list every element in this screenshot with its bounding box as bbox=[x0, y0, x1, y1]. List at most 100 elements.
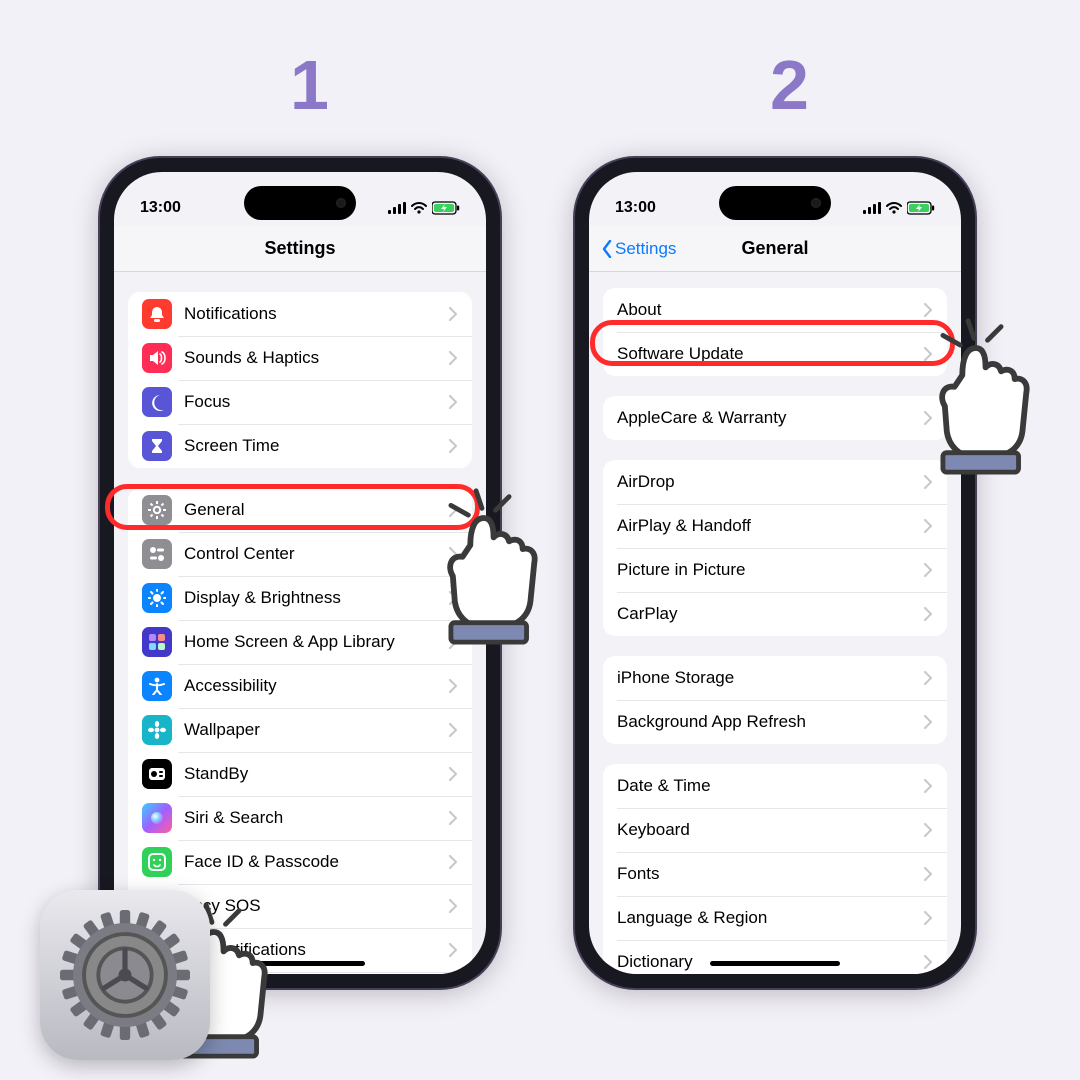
battery-icon bbox=[907, 201, 935, 215]
row-faceid[interactable]: Face ID & Passcode bbox=[128, 840, 472, 884]
wifi-icon bbox=[886, 202, 902, 214]
row-label: Language & Region bbox=[617, 908, 923, 928]
row-siri[interactable]: Siri & Search bbox=[128, 796, 472, 840]
row-label: StandBy bbox=[184, 764, 448, 784]
chevron-right-icon bbox=[923, 911, 933, 925]
home-indicator bbox=[235, 961, 365, 966]
row-airplay[interactable]: AirPlay & Handoff bbox=[603, 504, 947, 548]
chevron-right-icon bbox=[448, 723, 458, 737]
hourglass-icon bbox=[142, 431, 172, 461]
back-label: Settings bbox=[615, 239, 676, 259]
general-group-a: About Software Update bbox=[603, 288, 947, 376]
row-label: CarPlay bbox=[617, 604, 923, 624]
row-label: AirPlay & Handoff bbox=[617, 516, 923, 536]
row-about[interactable]: About bbox=[603, 288, 947, 332]
flower-icon bbox=[142, 715, 172, 745]
chevron-right-icon bbox=[923, 867, 933, 881]
row-label: Accessibility bbox=[184, 676, 448, 696]
row-label: ency SOS bbox=[184, 896, 448, 916]
general-group-c: AirDrop AirPlay & Handoff Picture in Pic… bbox=[603, 460, 947, 636]
general-group-b: AppleCare & Warranty bbox=[603, 396, 947, 440]
gear-icon bbox=[142, 495, 172, 525]
cellular-icon bbox=[863, 202, 881, 214]
siri-icon bbox=[142, 803, 172, 833]
step-number-1: 1 bbox=[290, 45, 329, 125]
row-label: Notifications bbox=[184, 304, 448, 324]
chevron-right-icon bbox=[923, 303, 933, 317]
row-fonts[interactable]: Fonts bbox=[603, 852, 947, 896]
back-button[interactable]: Settings bbox=[601, 226, 676, 271]
row-label: Background App Refresh bbox=[617, 712, 923, 732]
chevron-right-icon bbox=[448, 439, 458, 453]
wifi-icon bbox=[411, 202, 427, 214]
row-label: About bbox=[617, 300, 923, 320]
nav-title: General bbox=[741, 238, 808, 259]
row-airdrop[interactable]: AirDrop bbox=[603, 460, 947, 504]
chevron-right-icon bbox=[448, 307, 458, 321]
general-group-e: Date & Time Keyboard Fonts Language & Re… bbox=[603, 764, 947, 974]
row-date-time[interactable]: Date & Time bbox=[603, 764, 947, 808]
dynamic-island bbox=[719, 186, 831, 220]
step-number-2: 2 bbox=[770, 45, 809, 125]
settings-app-icon[interactable] bbox=[40, 890, 210, 1060]
phone-frame-2: 13:00 Settings General About Software Up… bbox=[575, 158, 975, 988]
row-label: AppleCare & Warranty bbox=[617, 408, 923, 428]
row-general[interactable]: General bbox=[128, 488, 472, 532]
row-notifications[interactable]: Notifications bbox=[128, 292, 472, 336]
row-accessibility[interactable]: Accessibility bbox=[128, 664, 472, 708]
row-language[interactable]: Language & Region bbox=[603, 896, 947, 940]
chevron-right-icon bbox=[923, 519, 933, 533]
row-carplay[interactable]: CarPlay bbox=[603, 592, 947, 636]
nav-bar: Settings bbox=[114, 226, 486, 272]
chevron-right-icon bbox=[923, 475, 933, 489]
chevron-right-icon bbox=[448, 503, 458, 517]
row-standby[interactable]: StandBy bbox=[128, 752, 472, 796]
gear-icon bbox=[60, 910, 190, 1040]
chevron-right-icon bbox=[923, 823, 933, 837]
row-sounds[interactable]: Sounds & Haptics bbox=[128, 336, 472, 380]
chevron-right-icon bbox=[923, 671, 933, 685]
chevron-right-icon bbox=[923, 563, 933, 577]
row-focus[interactable]: Focus bbox=[128, 380, 472, 424]
chevron-left-icon bbox=[601, 240, 613, 258]
chevron-right-icon bbox=[923, 955, 933, 969]
row-dictionary[interactable]: Dictionary bbox=[603, 940, 947, 974]
chevron-right-icon bbox=[448, 767, 458, 781]
status-time: 13:00 bbox=[615, 199, 656, 217]
row-storage[interactable]: iPhone Storage bbox=[603, 656, 947, 700]
bell-icon bbox=[142, 299, 172, 329]
row-software-update[interactable]: Software Update bbox=[603, 332, 947, 376]
row-screentime[interactable]: Screen Time bbox=[128, 424, 472, 468]
phone-frame-1: 13:00 Settings Notifications Sounds & Ha… bbox=[100, 158, 500, 988]
chevron-right-icon bbox=[923, 779, 933, 793]
row-label: Keyboard bbox=[617, 820, 923, 840]
row-label: Sounds & Haptics bbox=[184, 348, 448, 368]
chevron-right-icon bbox=[448, 547, 458, 561]
row-applecare[interactable]: AppleCare & Warranty bbox=[603, 396, 947, 440]
moon-icon bbox=[142, 387, 172, 417]
row-display[interactable]: Display & Brightness bbox=[128, 576, 472, 620]
row-keyboard[interactable]: Keyboard bbox=[603, 808, 947, 852]
chevron-right-icon bbox=[448, 899, 458, 913]
row-label: Wallpaper bbox=[184, 720, 448, 740]
grid-icon bbox=[142, 627, 172, 657]
row-label: ure Notifications bbox=[184, 940, 448, 960]
row-bg-refresh[interactable]: Background App Refresh bbox=[603, 700, 947, 744]
battery-icon bbox=[432, 201, 460, 215]
screen-1: 13:00 Settings Notifications Sounds & Ha… bbox=[114, 172, 486, 974]
row-wallpaper[interactable]: Wallpaper bbox=[128, 708, 472, 752]
screen-2: 13:00 Settings General About Software Up… bbox=[589, 172, 961, 974]
chevron-right-icon bbox=[448, 811, 458, 825]
row-control-center[interactable]: Control Center bbox=[128, 532, 472, 576]
row-label: Software Update bbox=[617, 344, 923, 364]
row-pip[interactable]: Picture in Picture bbox=[603, 548, 947, 592]
row-label: iPhone Storage bbox=[617, 668, 923, 688]
nav-bar: Settings General bbox=[589, 226, 961, 272]
chevron-right-icon bbox=[448, 855, 458, 869]
row-label: Display & Brightness bbox=[184, 588, 448, 608]
switches-icon bbox=[142, 539, 172, 569]
row-label: Fonts bbox=[617, 864, 923, 884]
general-group-d: iPhone Storage Background App Refresh bbox=[603, 656, 947, 744]
row-home-screen[interactable]: Home Screen & App Library bbox=[128, 620, 472, 664]
row-label: Focus bbox=[184, 392, 448, 412]
